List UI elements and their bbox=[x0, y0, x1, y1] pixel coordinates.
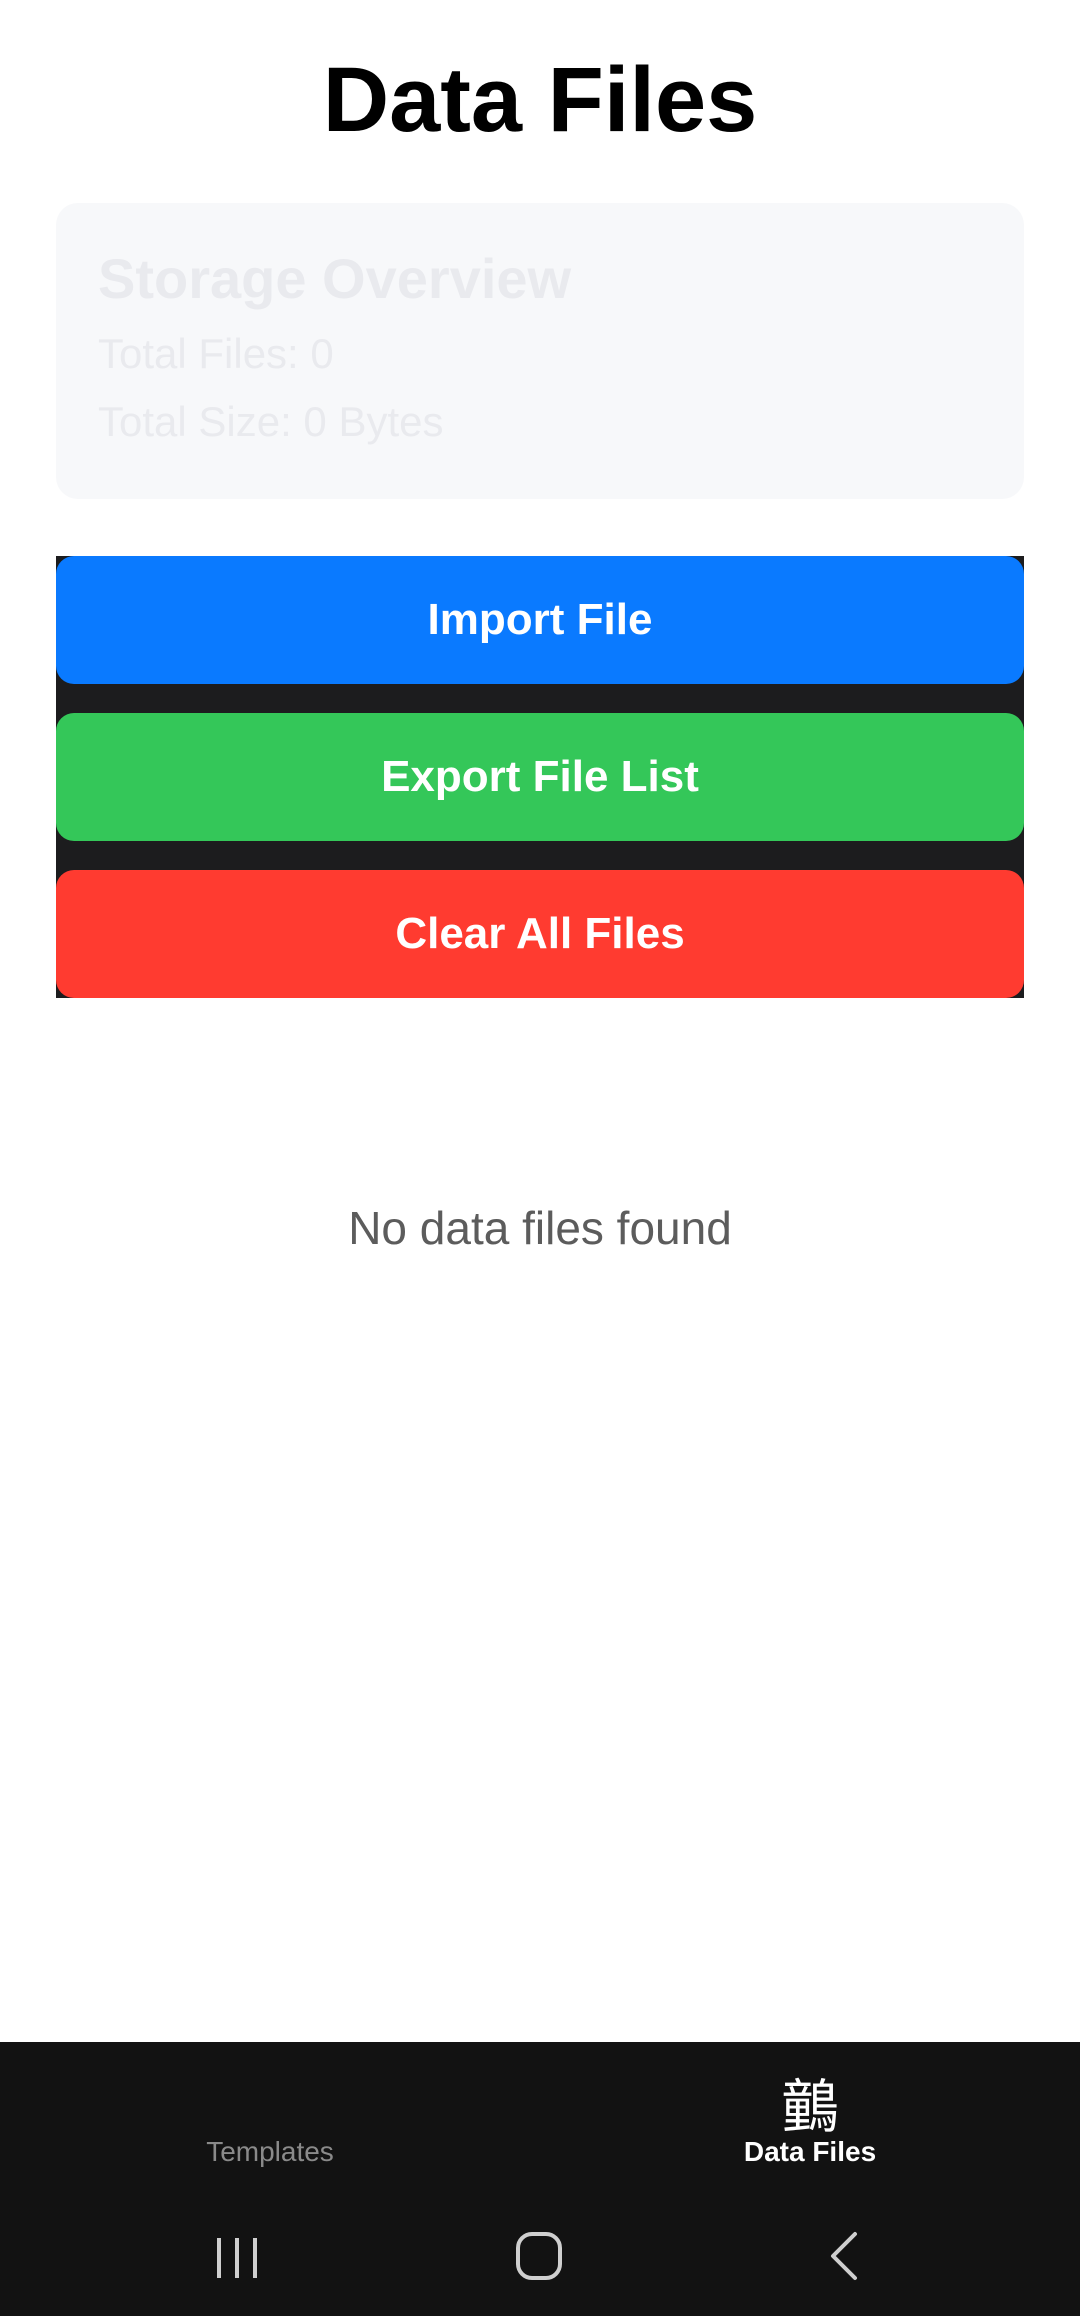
tab-templates[interactable]: Templates bbox=[0, 2042, 540, 2192]
export-file-list-button[interactable]: Export File List bbox=[56, 713, 1024, 841]
tab-templates-label: Templates bbox=[206, 2136, 334, 2167]
import-file-button[interactable]: Import File bbox=[56, 556, 1024, 684]
tab-data-files-label: Data Files bbox=[743, 2136, 877, 2167]
data-files-tab-icon: 䴀 bbox=[780, 2075, 839, 2140]
back-icon[interactable] bbox=[803, 2226, 883, 2286]
home-icon[interactable] bbox=[500, 2226, 580, 2286]
tab-data-files[interactable]: 䴀 Data Files bbox=[540, 2042, 1080, 2192]
data-files-screen: Data Files Storage Overview Total Files:… bbox=[0, 0, 1080, 2316]
page-title: Data Files bbox=[322, 49, 758, 151]
storage-overview-title: Storage Overview bbox=[98, 247, 572, 310]
clear-all-files-button[interactable]: Clear All Files bbox=[56, 870, 1024, 998]
recents-icon[interactable] bbox=[197, 2226, 277, 2286]
total-files-text: Total Files: 0 bbox=[98, 330, 334, 377]
action-buttons-group: Import File Export File List Clear All F… bbox=[56, 556, 1024, 998]
bottom-tab-bar: Templates 䴀 Data Files bbox=[0, 2042, 1080, 2192]
empty-state-message: No data files found bbox=[348, 1202, 732, 1254]
total-size-text: Total Size: 0 Bytes bbox=[98, 398, 444, 445]
system-navigation-bar bbox=[0, 2192, 1080, 2316]
storage-overview-card: Storage Overview Total Files: 0 Total Si… bbox=[56, 203, 1024, 499]
